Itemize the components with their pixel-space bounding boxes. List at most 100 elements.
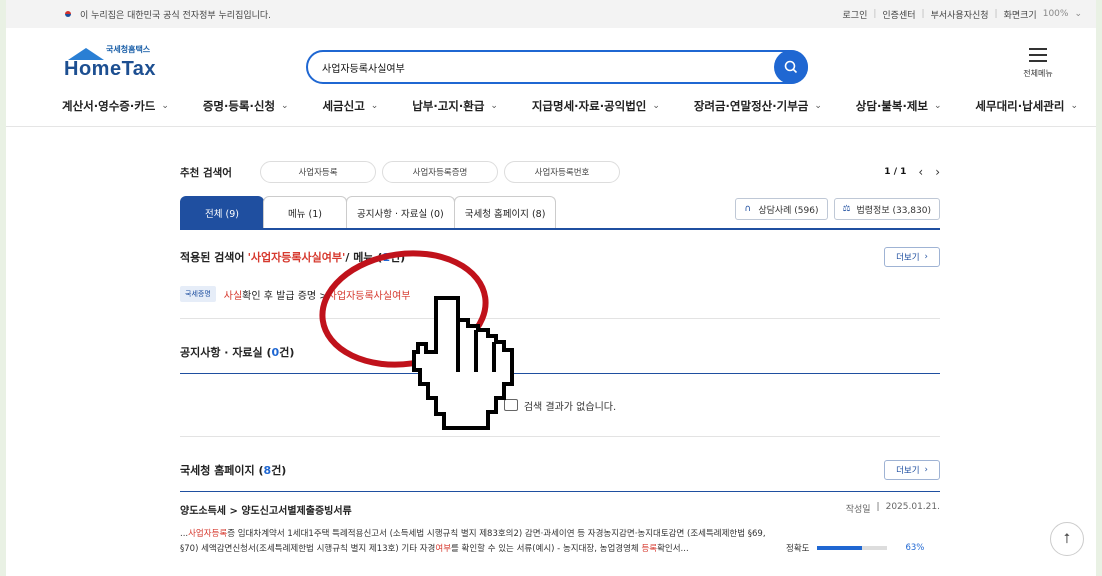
- snippet-text: 확인서...: [657, 544, 689, 554]
- document-icon: [503, 399, 518, 411]
- homepage-result-item[interactable]: 양도소득세 > 양도신고서별제출증빙서류 작성일 | 2025.01.21. .…: [180, 502, 940, 557]
- law-info-button[interactable]: ⚖ 법령정보 (33,830): [833, 198, 940, 220]
- nav-item-statement[interactable]: 지급명세·자료·공익법인 ⌄: [532, 98, 660, 114]
- arrow-up-icon: ⭡: [1063, 531, 1071, 547]
- highlight-text: 사업자등록사실여부: [327, 290, 411, 302]
- law-info-label: 법령정보 (33,830): [856, 205, 932, 216]
- chevron-down-icon: ⌄: [652, 101, 660, 111]
- chevron-down-icon: ⌄: [1070, 101, 1078, 111]
- all-menu-button[interactable]: 전체메뉴: [1014, 48, 1062, 79]
- chevron-down-icon: ⌄: [490, 101, 498, 111]
- snippet-text: ...: [180, 529, 189, 539]
- heading-text: 공지사항 · 자료실 (: [180, 346, 272, 359]
- logo-title: HomeTax: [64, 58, 157, 80]
- divider: |: [876, 502, 880, 512]
- chevron-right-icon: ›: [924, 252, 928, 262]
- nav-label: 세금신고: [322, 99, 365, 113]
- accuracy-label: 정확도: [786, 544, 810, 554]
- result-meta: 작성일 | 2025.01.21.: [846, 502, 940, 517]
- heading-text: 건): [390, 251, 406, 264]
- search-results: 추천 검색어 사업자등록 사업자등록증명 사업자등록번호 1 / 1 ‹ › 전…: [180, 160, 940, 557]
- page-indicator: 1 / 1: [884, 167, 907, 177]
- highlight-text: 사실: [223, 290, 243, 302]
- consult-cases-button[interactable]: ∩ 상담사례 (596): [735, 198, 828, 220]
- dept-user-link[interactable]: 부서사용자신청: [931, 8, 989, 21]
- heading-text: 건): [279, 346, 295, 359]
- tab-notice[interactable]: 공지사항 · 자료실 (0): [346, 196, 455, 228]
- keyword-chip[interactable]: 사업자등록증명: [382, 161, 498, 183]
- cert-center-link[interactable]: 인증센터: [882, 8, 915, 21]
- search-input[interactable]: 사업자등록사실여부: [306, 50, 808, 84]
- gavel-icon: ⚖: [842, 204, 851, 214]
- recommended-keywords: 추천 검색어 사업자등록 사업자등록증명 사업자등록번호 1 / 1 ‹ ›: [180, 160, 940, 184]
- flag-icon: [62, 10, 74, 18]
- consult-cases-label: 상담사례 (596): [758, 205, 819, 216]
- nav-item-incentive[interactable]: 장려금·연말정산·기부금 ⌄: [694, 98, 822, 114]
- chevron-down-icon: ⌄: [370, 101, 379, 111]
- accuracy-bar: [817, 546, 888, 550]
- search-icon: [784, 60, 798, 74]
- chevron-down-icon[interactable]: ⌄: [1074, 9, 1082, 19]
- nav-item-consult[interactable]: 상담·불복·제보 ⌄: [856, 98, 942, 114]
- homepage-count: 8: [263, 463, 272, 477]
- search-value: 사업자등록사실여부: [322, 63, 405, 75]
- keyword-chip[interactable]: 사업자등록: [260, 161, 376, 183]
- menu-result-item[interactable]: 국세증명 사실 확인 후 발급 증명 > 사업자등록사실여부: [180, 286, 940, 302]
- applied-term: '사업자등록사실여부': [247, 251, 346, 264]
- tab-homepage[interactable]: 국세청 홈페이지 (8): [453, 196, 557, 228]
- chevron-right-icon: ›: [924, 465, 928, 475]
- more-button[interactable]: 더보기 ›: [884, 247, 940, 267]
- divider: [180, 318, 940, 319]
- screenshot-frame: 이 누리집은 대한민국 공식 전자정부 누리집입니다. 로그인 | 인증센터 |…: [0, 0, 1102, 576]
- hometax-logo[interactable]: 국세청홈택스 HomeTax: [64, 44, 174, 84]
- heading-text: 국세청 홈페이지 (: [180, 464, 264, 477]
- notice-count: 0: [271, 345, 280, 359]
- nav-label: 세무대리·납세관리: [975, 99, 1065, 113]
- empty-message: 검색 결과가 없습니다.: [523, 401, 617, 413]
- chevron-down-icon: ⌄: [814, 101, 822, 111]
- applied-term-heading: 적용된 검색어 '사업자등록사실여부' / 메뉴 ( 1 건) 더보기 ›: [180, 246, 940, 268]
- accuracy-percent: 63%: [905, 543, 925, 553]
- divider: |: [994, 9, 998, 19]
- more-button[interactable]: 더보기 ›: [884, 460, 940, 480]
- gov-notice: 이 누리집은 대한민국 공식 전자정부 누리집입니다.: [80, 10, 272, 21]
- headset-icon: ∩: [744, 204, 751, 214]
- site-header: 국세청홈택스 HomeTax 사업자등록사실여부 전체메뉴: [6, 28, 1096, 86]
- chevron-left-icon[interactable]: ‹: [918, 165, 923, 179]
- tab-menu[interactable]: 메뉴 (1): [263, 196, 347, 228]
- highlight-text: 등록: [641, 544, 658, 554]
- nav-label: 납부·고지·환급: [412, 99, 485, 113]
- search-button[interactable]: [774, 50, 808, 84]
- nav-item-payment[interactable]: 납부·고지·환급 ⌄: [412, 98, 498, 114]
- chevron-down-icon: ⌄: [161, 101, 169, 111]
- divider: |: [873, 9, 877, 19]
- nav-item-agent[interactable]: 세무대리·납세관리 ⌄: [975, 98, 1078, 114]
- chevron-down-icon: ⌄: [934, 101, 942, 111]
- highlight-text: 사업자등록: [188, 529, 228, 539]
- chevron-down-icon: ⌄: [281, 101, 289, 111]
- nav-item-invoice[interactable]: 계산서·영수증·카드 ⌄: [62, 98, 169, 114]
- zoom-label[interactable]: 화면크기: [1004, 8, 1037, 21]
- nav-item-certificate[interactable]: 증명·등록·신청 ⌄: [203, 98, 289, 114]
- accuracy-bar-fill: [817, 546, 862, 550]
- tab-all[interactable]: 전체 (9): [180, 196, 264, 228]
- heading-text: / 메뉴 (: [345, 251, 383, 264]
- homepage-heading: 국세청 홈페이지 ( 8 건) 더보기 ›: [180, 459, 940, 481]
- zoom-value[interactable]: 100%: [1043, 9, 1069, 19]
- more-label: 더보기: [896, 253, 920, 263]
- nav-label: 상담·불복·제보: [855, 99, 928, 113]
- keyword-chip[interactable]: 사업자등록번호: [504, 161, 620, 183]
- login-link[interactable]: 로그인: [843, 8, 868, 21]
- result-title[interactable]: 양도소득세 > 양도신고서별제출증빙서류: [180, 502, 352, 517]
- divider: [180, 436, 940, 437]
- result-body: ...사업자등록증 임대차계약서 1세대1주택 특례적용신고서 (소득세법 시행…: [180, 527, 940, 557]
- keyword-pager: 1 / 1 ‹ ›: [884, 165, 940, 179]
- date-label: 작성일: [845, 505, 871, 515]
- nav-label: 장려금·연말정산·기부금: [693, 99, 809, 113]
- nav-label: 계산서·영수증·카드: [62, 99, 156, 113]
- nav-item-tax-report[interactable]: 세금신고 ⌄: [322, 98, 378, 114]
- chevron-right-icon[interactable]: ›: [935, 165, 940, 179]
- nav-label: 증명·등록·신청: [202, 99, 276, 113]
- scroll-top-button[interactable]: ⭡: [1050, 522, 1084, 556]
- hometax-page: 이 누리집은 대한민국 공식 전자정부 누리집입니다. 로그인 | 인증센터 |…: [6, 0, 1096, 576]
